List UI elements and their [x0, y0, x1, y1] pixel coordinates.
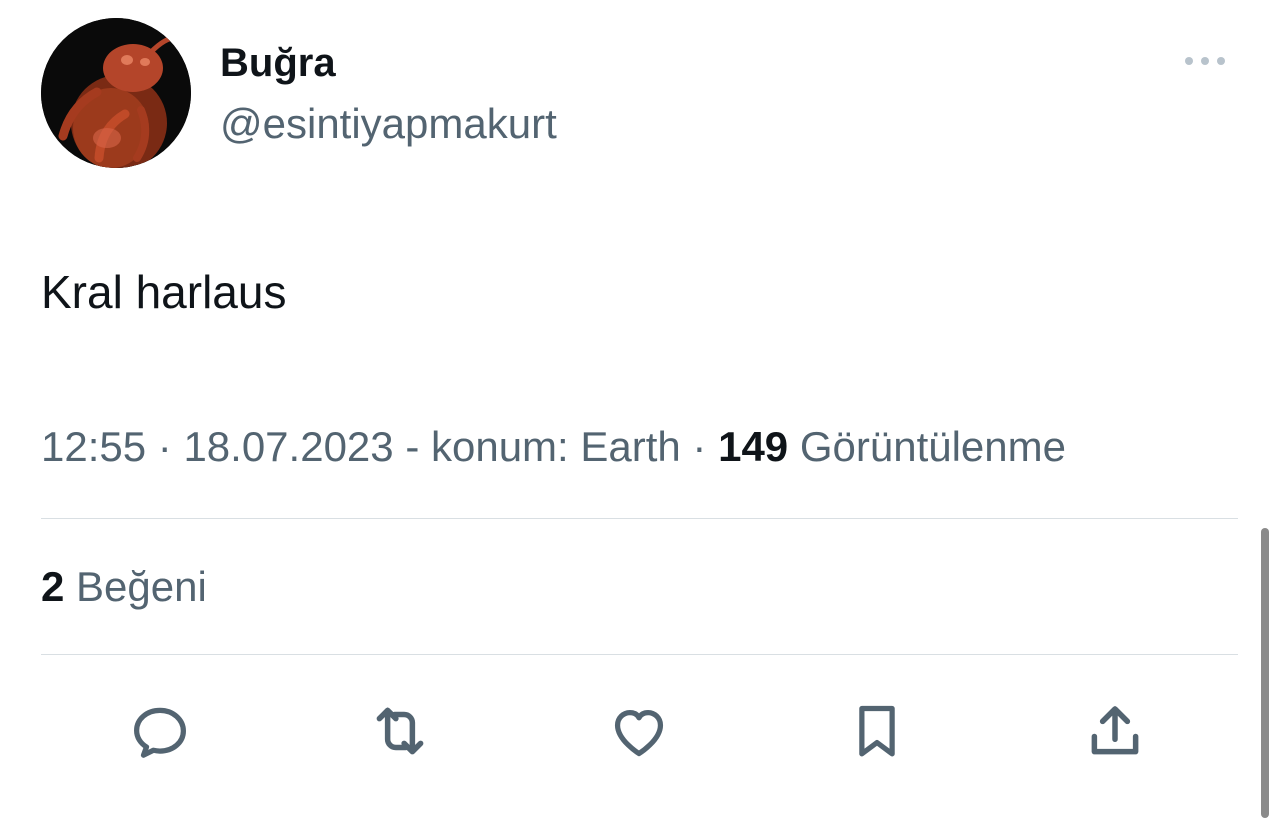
display-name[interactable]: Buğra [220, 38, 336, 88]
retweet-icon [376, 707, 424, 755]
likes-count: 2 [41, 563, 65, 610]
tweet-location: - konum: Earth [393, 423, 681, 470]
bookmark-icon [859, 705, 895, 757]
divider [41, 518, 1238, 519]
bug-avatar-icon [41, 18, 191, 168]
more-options-icon[interactable] [1180, 48, 1230, 74]
retweet-button[interactable] [365, 696, 435, 766]
views-count: 149 [718, 423, 789, 470]
meta-separator: · [146, 423, 184, 470]
reply-button[interactable] [125, 696, 195, 766]
heart-icon [614, 709, 664, 757]
scrollbar[interactable] [1261, 528, 1269, 818]
like-button[interactable] [604, 696, 674, 766]
tweet-meta: 12:55 · 18.07.2023 - konum: Earth · 149 … [41, 420, 1066, 474]
share-button[interactable] [1080, 696, 1150, 766]
avatar[interactable] [41, 18, 191, 168]
user-handle[interactable]: @esintiyapmakurt [220, 98, 557, 150]
reply-icon [134, 707, 186, 758]
tweet-text: Kral harlaus [41, 266, 287, 318]
tweet-card: Buğra @esintiyapmakurt Kral harlaus 12:5… [0, 0, 1280, 818]
meta-separator: · [680, 423, 719, 470]
tweet-date[interactable]: 18.07.2023 [183, 423, 393, 470]
bookmark-button[interactable] [842, 696, 912, 766]
divider [41, 654, 1238, 655]
views-label: Görüntülenme [788, 423, 1066, 470]
likes-label: Beğeni [64, 563, 207, 610]
share-icon [1091, 706, 1139, 755]
tweet-time[interactable]: 12:55 [41, 423, 146, 470]
likes-stat[interactable]: 2 Beğeni [41, 560, 207, 614]
